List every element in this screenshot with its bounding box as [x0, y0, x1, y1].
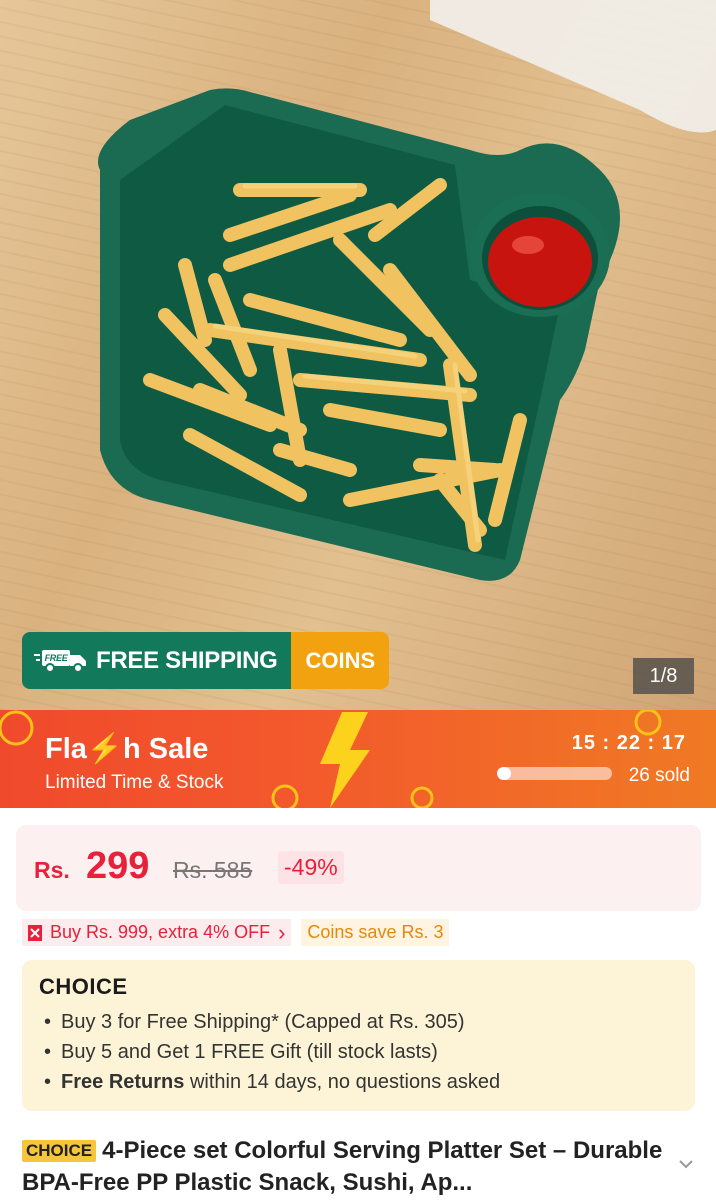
flash-sale-title: Fla⚡h Sale: [45, 733, 209, 765]
price-currency: Rs.: [34, 857, 70, 883]
choice-benefit-item: Free Returns within 14 days, no question…: [44, 1067, 500, 1097]
lightning-bolt-icon: [320, 712, 370, 808]
current-price: 299: [86, 845, 150, 887]
free-shipping-label: FREE FREE SHIPPING: [22, 632, 292, 689]
coupon-text: Buy Rs. 999, extra 4% OFF: [50, 922, 271, 942]
coins-save-promo: Coins save Rs. 3: [301, 919, 450, 946]
free-shipping-text: FREE SHIPPING: [96, 646, 278, 674]
free-shipping-coins-banner: FREE FREE SHIPPING COINS: [22, 632, 390, 689]
choice-benefit-item: Buy 3 for Free Shipping* (Capped at Rs. …: [44, 1007, 500, 1037]
coupon-promo[interactable]: Buy Rs. 999, extra 4% OFF ›: [22, 919, 292, 946]
countdown-timer: 15 : 22 : 17: [571, 732, 686, 754]
choice-badge: CHOICE: [22, 1140, 97, 1162]
chevron-right-icon: ›: [278, 919, 286, 945]
free-tag: FREE: [45, 653, 69, 663]
sold-progress-fill: [497, 767, 511, 780]
choice-benefits-list: Buy 3 for Free Shipping* (Capped at Rs. …: [44, 1007, 500, 1097]
sold-progress-bar: [497, 767, 612, 780]
fries-tray-illustration: [98, 0, 716, 581]
choice-benefit-item: Buy 5 and Get 1 FREE Gift (till stock la…: [44, 1037, 500, 1067]
price-box: Rs. 299 Rs. 585 -49%: [16, 825, 701, 911]
sold-count: 26 sold: [628, 765, 690, 786]
product-image[interactable]: FREE FREE SHIPPING COINS 1/8: [0, 0, 716, 710]
coins-label: COINS: [291, 632, 390, 689]
product-title[interactable]: CHOICE 4-Piece set Colorful Serving Platt…: [22, 1135, 672, 1199]
choice-benefits-box[interactable]: CHOICE Buy 3 for Free Shipping* (Capped …: [22, 960, 695, 1111]
coupon-icon: [28, 924, 42, 941]
flash-sale-banner[interactable]: Fla⚡h Sale Limited Time & Stock 15 : 22 …: [0, 710, 716, 808]
promo-row: Buy Rs. 999, extra 4% OFF › Coins save R…: [22, 919, 450, 946]
original-price: Rs. 585: [173, 857, 253, 883]
discount-badge: -49%: [278, 851, 344, 884]
truck-icon: FREE: [34, 649, 86, 673]
product-title-text: 4-Piece set Colorful Serving Platter Set…: [22, 1137, 663, 1196]
chevron-down-icon[interactable]: [678, 1158, 694, 1170]
choice-logo: CHOICE: [39, 974, 128, 999]
flash-sale-subtitle: Limited Time & Stock: [45, 772, 224, 793]
image-counter: 1/8: [633, 658, 694, 694]
